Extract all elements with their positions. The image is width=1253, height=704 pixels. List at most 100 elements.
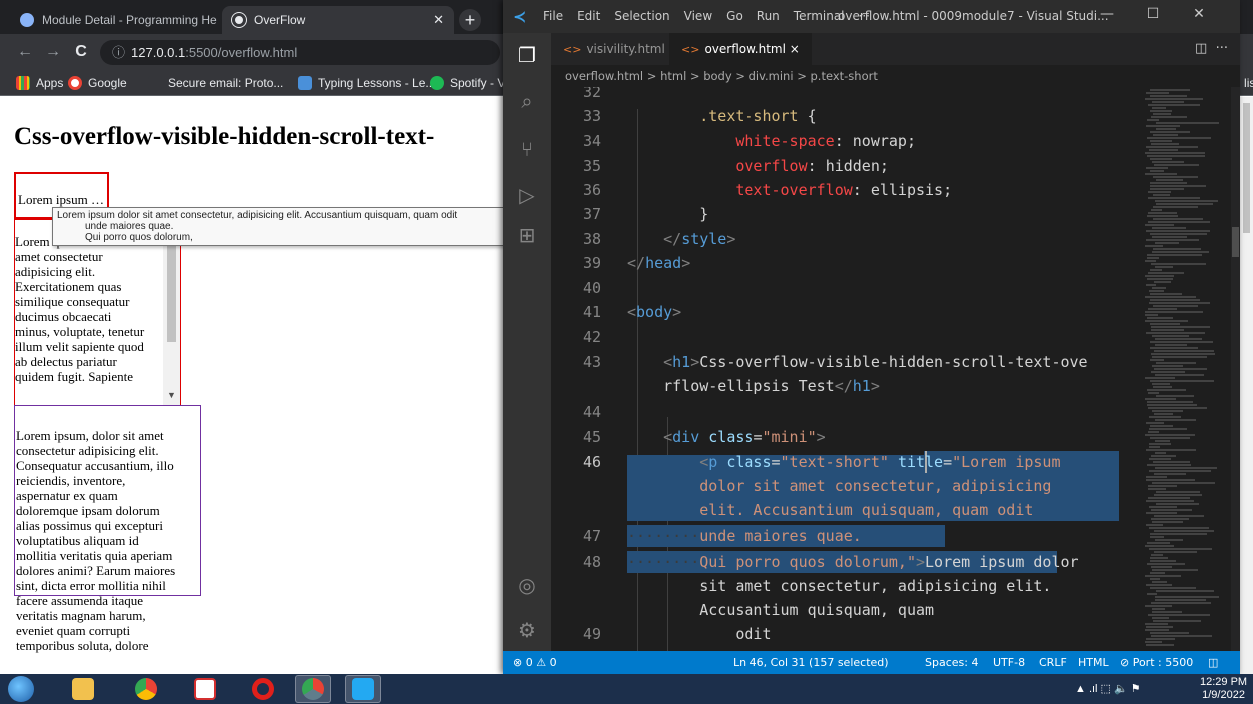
close-tab-icon[interactable]: × <box>790 42 800 56</box>
url-path: :5500/overflow.html <box>185 45 298 60</box>
minimap[interactable] <box>1141 87 1231 651</box>
minimap-line <box>1146 449 1196 451</box>
activity-bar: ❐ ⌕ ⑂ ▷ ⊞ ◎ ⚙ <box>503 33 551 651</box>
chrome-tab-module-detail[interactable]: Module Detail - Programming He ✕ <box>10 6 250 34</box>
menu-file[interactable]: File <box>543 9 563 23</box>
minimap-line <box>1150 572 1165 574</box>
file-explorer-icon[interactable] <box>65 675 101 703</box>
chrome-tab-title: Module Detail - Programming He <box>42 13 217 27</box>
reload-button[interactable]: C <box>70 41 92 63</box>
menu-go[interactable]: Go <box>726 9 743 23</box>
minimap-line <box>1146 524 1163 526</box>
minimap-line <box>1150 587 1196 589</box>
site-info-icon[interactable]: ⓘ <box>112 45 125 60</box>
cursor-position[interactable]: Ln 46, Col 31 (157 selected) <box>733 651 889 674</box>
scroll-box-scrollbar[interactable]: ▼ <box>163 220 180 405</box>
acrobat-icon[interactable] <box>187 675 223 703</box>
bookmark-typing[interactable]: Typing Lessons - Le... <box>298 74 435 92</box>
encoding[interactable]: UTF-8 <box>993 651 1025 674</box>
minimap-line <box>1145 398 1176 400</box>
search-icon[interactable]: ⌕ <box>515 89 539 113</box>
menu-run[interactable]: Run <box>757 9 780 23</box>
chrome-tab-overflow[interactable]: OverFlow ✕ <box>222 6 454 34</box>
explorer-icon[interactable]: ❐ <box>515 43 539 67</box>
menu-terminal[interactable]: Terminal <box>794 9 845 23</box>
split-editor-icon[interactable]: ◫ <box>1195 41 1207 56</box>
opera-icon[interactable] <box>245 675 281 703</box>
scroll-down-arrow-icon[interactable]: ▼ <box>167 388 176 403</box>
new-tab-button[interactable]: + <box>459 9 481 31</box>
minimap-line <box>1149 446 1160 448</box>
google-icon <box>68 76 82 90</box>
bookmark-spotify[interactable]: Spotify - V <box>430 74 505 92</box>
settings-gear-icon[interactable]: ⚙ <box>515 618 539 642</box>
minimap-line <box>1151 635 1212 637</box>
code-area[interactable]: .text-short { white-space: nowrap; overf… <box>627 87 1141 651</box>
source-control-icon[interactable]: ⑂ <box>515 137 539 161</box>
editor-scrollbar[interactable] <box>1231 87 1240 651</box>
minimap-line <box>1147 542 1170 544</box>
notifications-bell-icon[interactable]: ◫ <box>1208 651 1218 674</box>
minimap-line <box>1152 101 1184 103</box>
minimap-line <box>1151 353 1215 355</box>
code-editor[interactable]: 32 33 34 35 36 37 38 39 40 41 42 43 44 45 46 47 48 49 .te… <box>551 87 1141 651</box>
page-scrollbar[interactable] <box>1240 97 1253 674</box>
code-line: elit. Accusantium quisquam, quam odit <box>699 501 1034 519</box>
minimap-line <box>1152 161 1184 163</box>
address-bar[interactable]: ⓘ 127.0.0.1:5500/overflow.html <box>100 40 500 65</box>
bookmark-google[interactable]: Google <box>68 74 127 92</box>
minimap-line <box>1155 539 1183 541</box>
back-button[interactable]: ← <box>14 41 36 63</box>
minimap-line <box>1151 329 1184 331</box>
minimap-line <box>1153 386 1172 388</box>
vscode-taskbar-icon[interactable] <box>345 675 381 703</box>
minimap-line <box>1151 326 1210 328</box>
minimap-line <box>1152 107 1166 109</box>
clock[interactable]: 12:29 PM 1/9/2022 <box>1200 676 1247 702</box>
maximize-button[interactable]: ☐ <box>1143 6 1163 22</box>
menu-selection[interactable]: Selection <box>614 9 669 23</box>
indentation[interactable]: Spaces: 4 <box>925 651 978 674</box>
minimap-line <box>1147 593 1157 595</box>
minimap-line <box>1154 281 1171 283</box>
scroll-box[interactable]: Lorem ipsum dolor sit amet consectetur a… <box>14 219 181 406</box>
chrome-taskbar-icon[interactable] <box>128 675 164 703</box>
bookmark-apps[interactable]: Apps <box>16 74 63 92</box>
tab-visivility-html[interactable]: <> visivility.html <box>551 33 677 65</box>
scrollbar-thumb[interactable] <box>1243 103 1250 233</box>
tab-overflow-html[interactable]: <> overflow.html × <box>669 33 812 65</box>
language-mode[interactable]: HTML <box>1078 651 1109 674</box>
more-actions-icon[interactable]: ··· <box>1216 41 1228 56</box>
close-window-button[interactable]: ✕ <box>1189 6 1209 22</box>
chrome-dev-taskbar-icon[interactable] <box>295 675 331 703</box>
run-debug-icon[interactable]: ▷ <box>515 183 539 207</box>
menu-view[interactable]: View <box>684 9 712 23</box>
minimap-line <box>1153 113 1171 115</box>
breadcrumb[interactable]: overflow.html > html > body > div.mini >… <box>551 65 1240 87</box>
forward-button[interactable]: → <box>42 41 64 63</box>
minimap-line <box>1145 377 1175 379</box>
minimap-line <box>1147 389 1186 391</box>
extensions-icon[interactable]: ⊞ <box>515 223 539 247</box>
scrollbar-thumb[interactable] <box>1232 227 1239 257</box>
account-icon[interactable]: ◎ <box>515 573 539 597</box>
problems-indicator[interactable]: ⊗ 0 ⚠ 0 <box>513 651 557 674</box>
minimap-line <box>1146 332 1205 334</box>
minimap-line <box>1146 167 1168 169</box>
minimap-line <box>1146 500 1194 502</box>
line-number: 36 <box>582 181 601 199</box>
live-server-port[interactable]: ⊘ Port : 5500 <box>1120 651 1193 674</box>
minimap-line <box>1150 560 1176 562</box>
menu-edit[interactable]: Edit <box>577 9 600 23</box>
minimap-line <box>1152 236 1187 238</box>
bookmark-protonmail[interactable]: Secure email: Proto... <box>148 74 283 92</box>
bookmark-label: Spotify - V <box>450 76 506 90</box>
close-tab-icon[interactable]: ✕ <box>433 12 444 28</box>
minimize-button[interactable]: — <box>1097 6 1117 22</box>
minimap-line <box>1156 203 1213 205</box>
line-ending[interactable]: CRLF <box>1039 651 1067 674</box>
minimap-line <box>1150 536 1164 538</box>
system-tray[interactable]: ▲ .ıl ⬚ 🔈 ⚑ <box>1075 682 1141 695</box>
minimap-line <box>1150 158 1172 160</box>
start-button[interactable] <box>8 676 34 702</box>
